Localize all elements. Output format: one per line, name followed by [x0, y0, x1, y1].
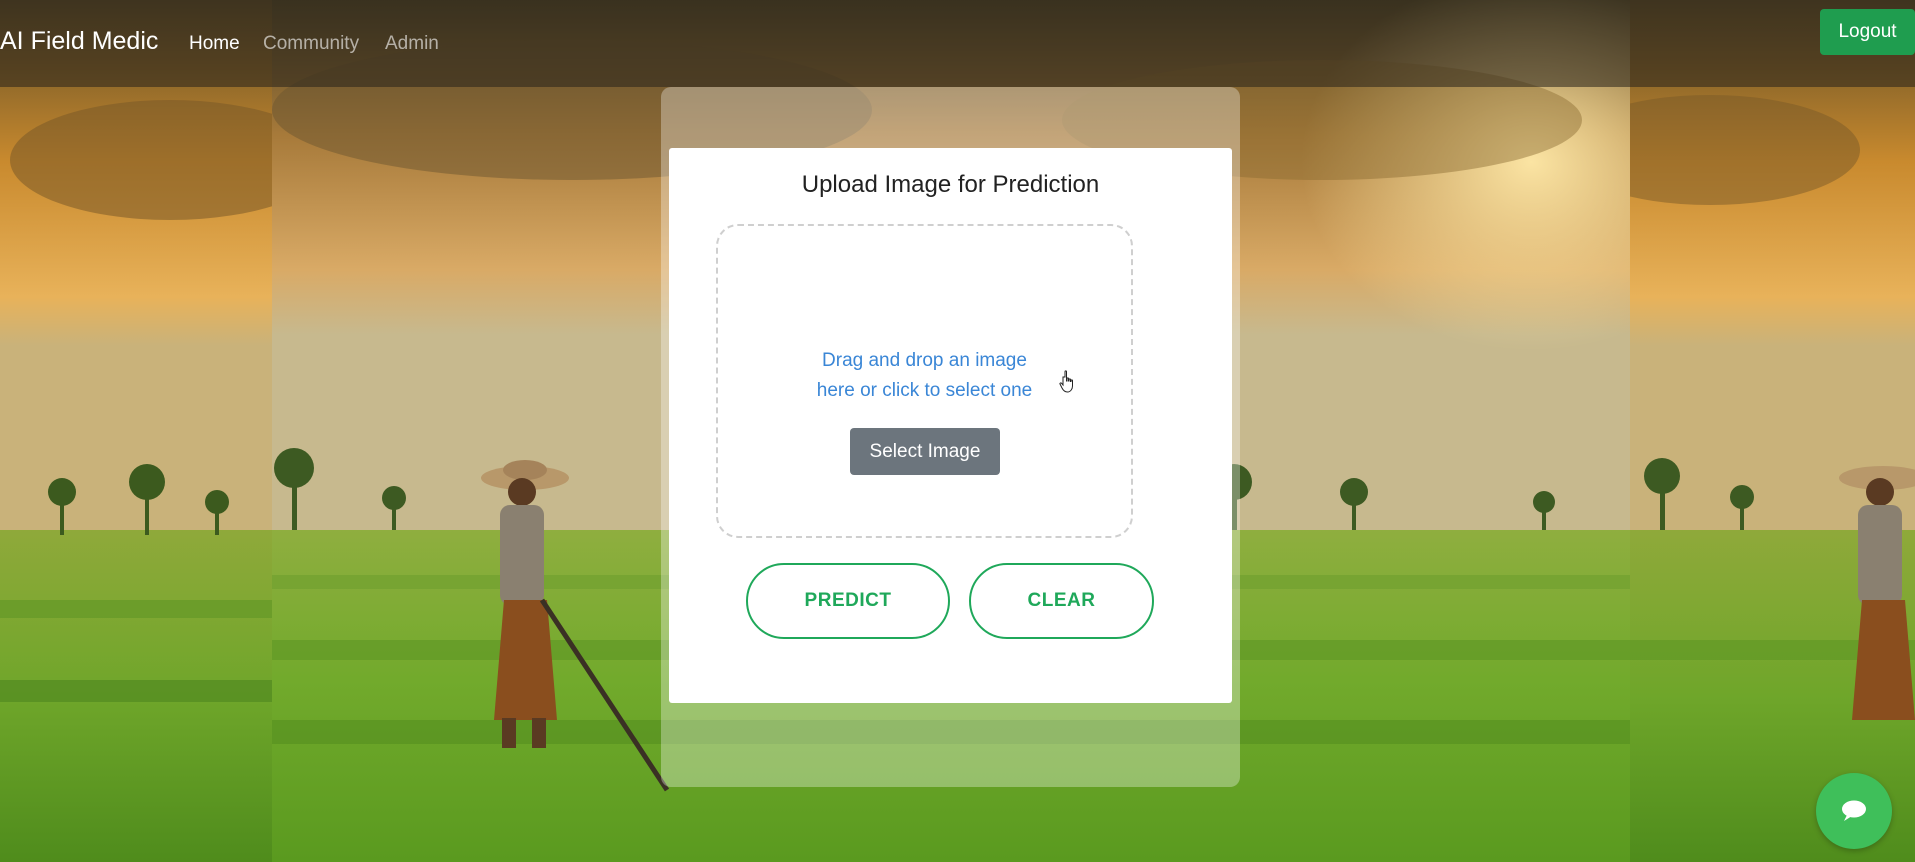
upload-card: Upload Image for Prediction Drag and dro… — [669, 148, 1232, 703]
nav-link-community[interactable]: Community — [263, 33, 359, 55]
top-navbar: AI Field Medic Home Community Admin Logo… — [0, 0, 1915, 87]
select-image-button[interactable]: Select Image — [850, 428, 1000, 475]
clear-button[interactable]: CLEAR — [969, 563, 1154, 639]
background-tile-left — [0, 0, 272, 862]
chat-bubble-icon — [1842, 800, 1866, 821]
nav-link-home[interactable]: Home — [189, 33, 240, 55]
upload-title: Upload Image for Prediction — [801, 171, 1100, 198]
hand-cursor-icon — [1059, 370, 1073, 393]
nav-link-admin[interactable]: Admin — [385, 33, 439, 55]
brand-title[interactable]: AI Field Medic — [0, 27, 158, 56]
background-tile-right — [1630, 0, 1915, 862]
predict-button[interactable]: PREDICT — [746, 563, 950, 639]
logout-button[interactable]: Logout — [1820, 9, 1915, 55]
chat-button[interactable] — [1816, 773, 1892, 849]
